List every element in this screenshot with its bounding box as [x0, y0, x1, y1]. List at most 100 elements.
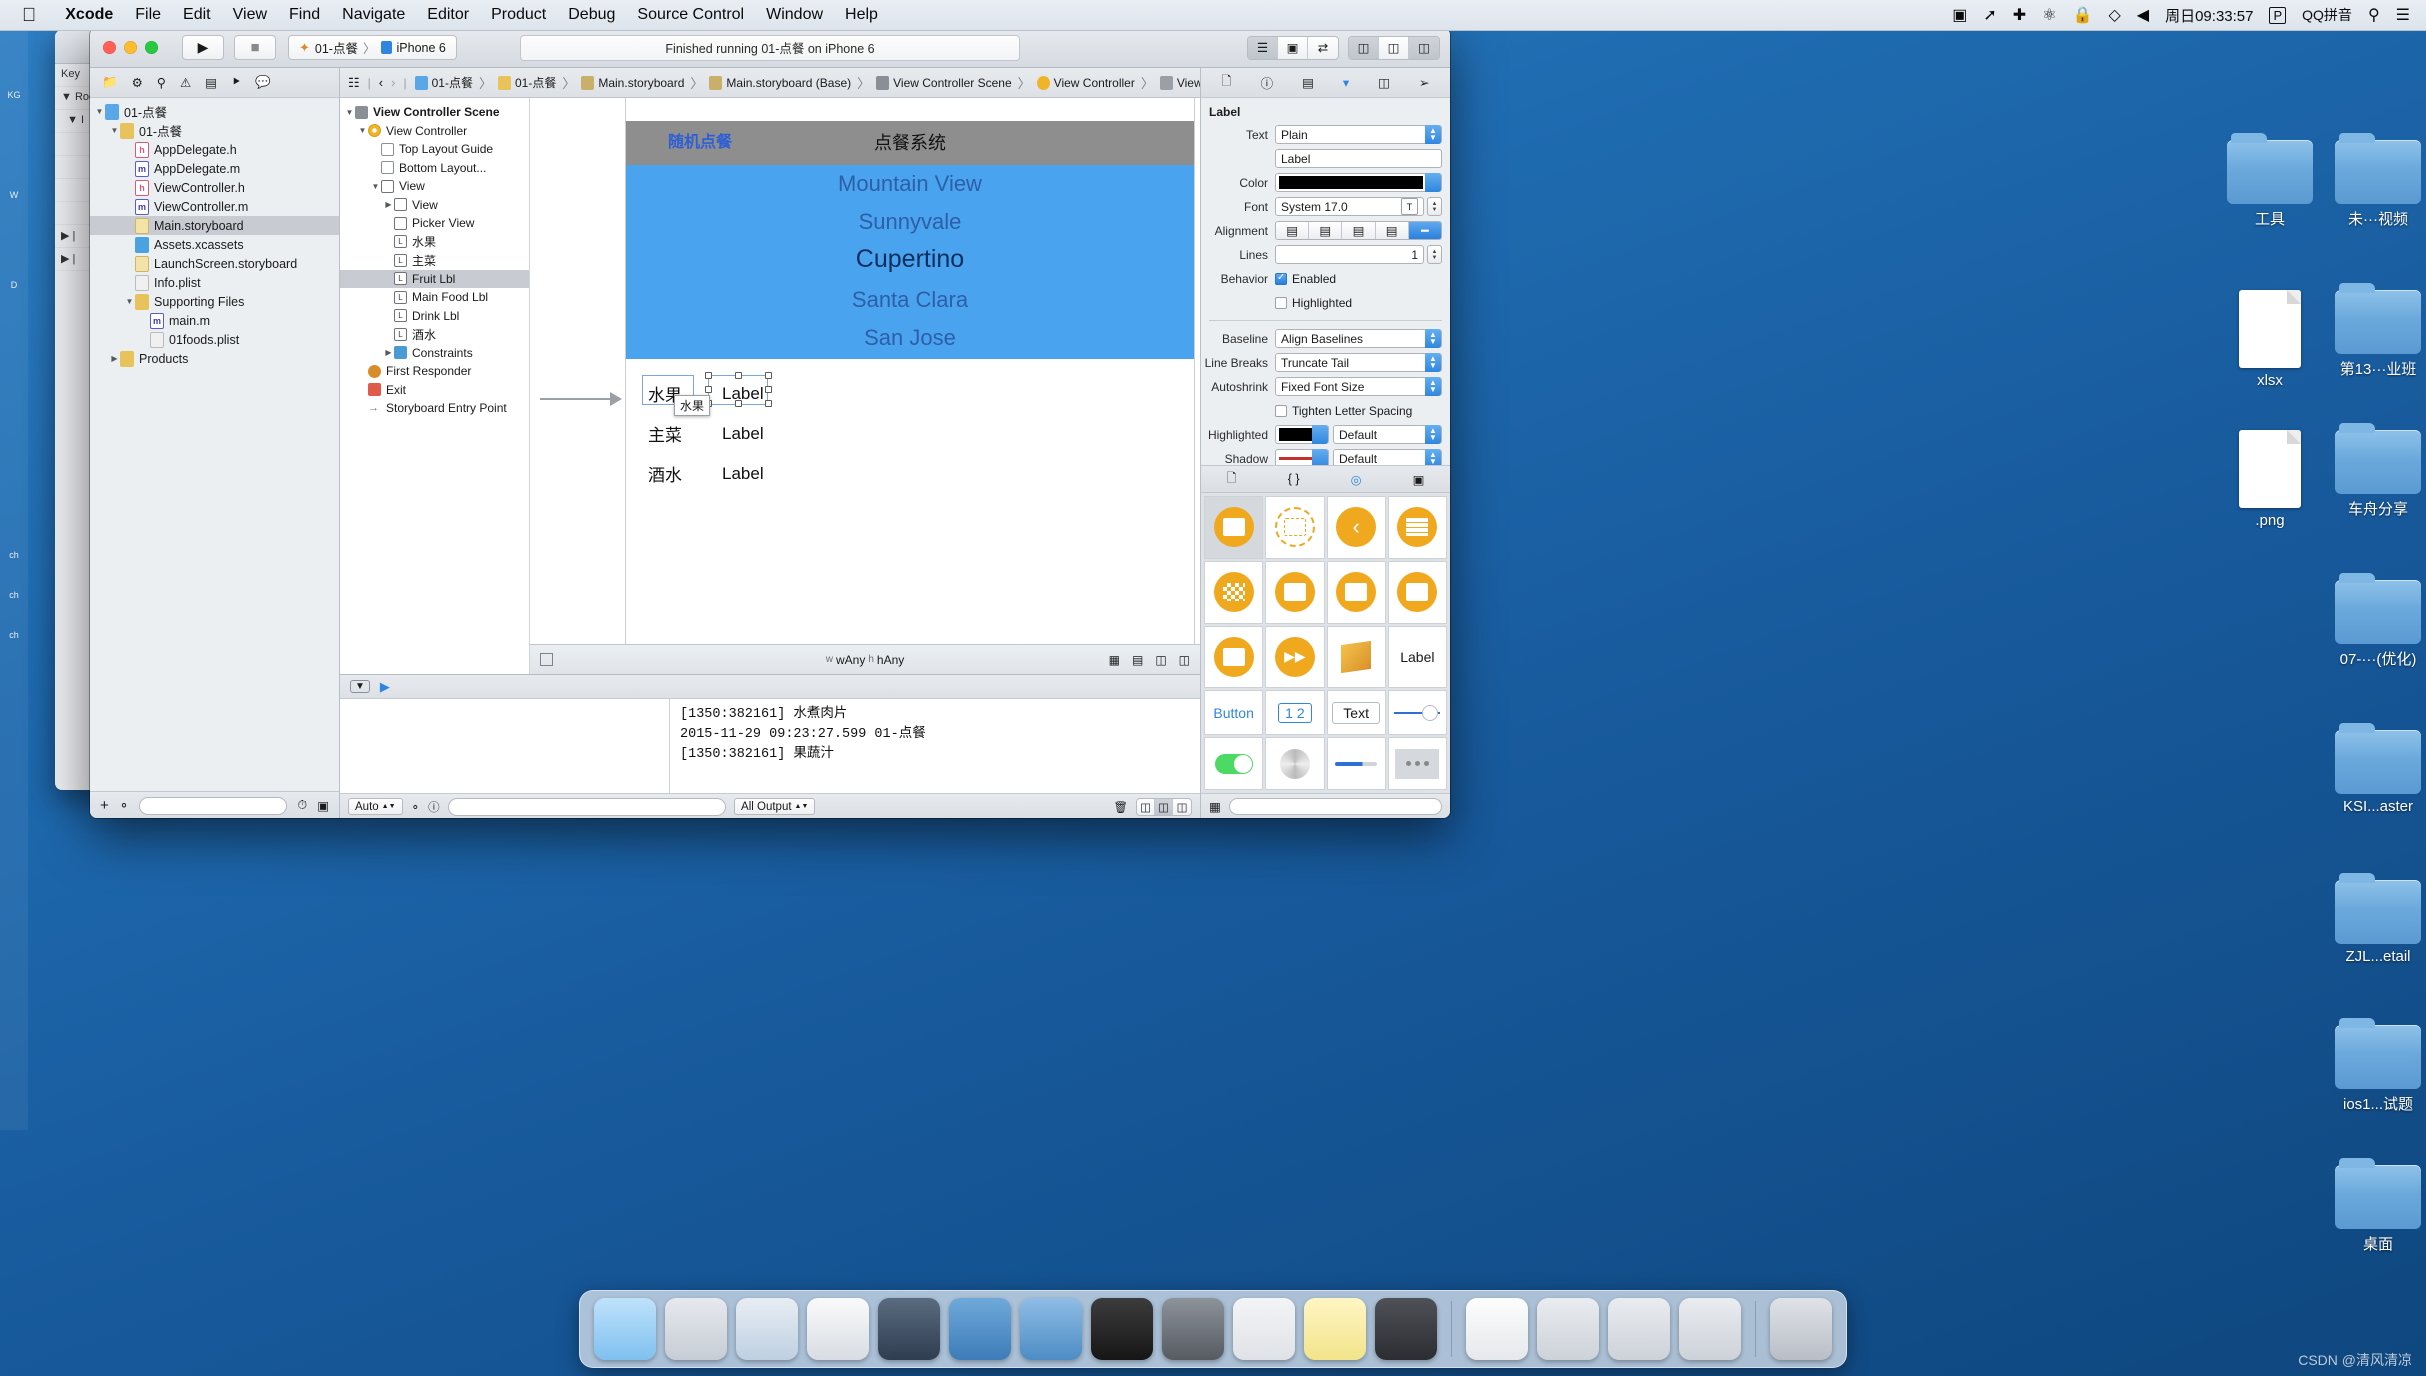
close-button[interactable] — [103, 41, 116, 54]
dock-item-launchpad[interactable] — [665, 1298, 727, 1360]
form-row-drink[interactable]: 酒水 Label — [648, 461, 764, 486]
document-outline[interactable]: ▼ View Controller Scene ▼ View Controller To… — [340, 98, 530, 674]
debug-icon[interactable]: ▤ — [205, 75, 217, 90]
outline-item-4[interactable]: ▼ View — [340, 177, 529, 196]
shadow-default-popup[interactable]: Default ▲ ▼ — [1333, 449, 1442, 465]
resize-handle-tr[interactable] — [765, 372, 772, 379]
dock-item-system-preferences[interactable] — [1162, 1298, 1224, 1360]
show-variables-icon[interactable]: ◫ — [1137, 798, 1155, 815]
outline-item-12[interactable]: L 酒水 — [340, 325, 529, 344]
navigator-item-9[interactable]: Info.plist — [90, 273, 339, 292]
show-console-icon[interactable]: ◫ — [1173, 799, 1191, 815]
size-inspector-icon[interactable]: ◫ — [1378, 75, 1390, 90]
scheme-selector[interactable]: ✦ 01-点餐 〉 iPhone 6 — [288, 35, 457, 60]
quick-help-icon[interactable]: ⓘ — [1261, 73, 1274, 92]
resize-handle-tl[interactable] — [705, 372, 712, 379]
menu-item-edit[interactable]: Edit — [172, 6, 222, 24]
drink-value-label[interactable]: Label — [722, 464, 764, 484]
library-item-table-view-controller-object[interactable] — [1387, 496, 1447, 559]
warning-icon[interactable]: ⚠ — [180, 75, 191, 90]
object-library-icon[interactable]: ◎ — [1351, 472, 1362, 487]
desktop-icon-file-png[interactable]: .png — [2210, 430, 2330, 529]
debug-toggle-icon[interactable]: ▼ — [350, 680, 370, 693]
source-control-icon[interactable]: ⚙ — [132, 75, 143, 90]
menu-item-file[interactable]: File — [124, 6, 172, 24]
desktop-icon-folder-class13[interactable]: 第13···业班 — [2318, 283, 2426, 379]
desktop-icon-folder-zjl[interactable]: ZJL...etail — [2318, 873, 2426, 965]
outline-item-9[interactable]: L Fruit Lbl — [340, 269, 529, 288]
picker-view[interactable]: Mountain View Sunnyvale Cupertino Santa … — [626, 165, 1194, 359]
text-content-input[interactable]: Label — [1275, 149, 1442, 168]
variables-filter-input[interactable] — [447, 797, 727, 816]
library-filter-input[interactable] — [1228, 798, 1442, 815]
chevron-right-icon[interactable]: › — [391, 75, 395, 90]
breadcrumb-item-5[interactable]: View Controller — [1036, 75, 1135, 90]
shadow-color-row[interactable]: Shadow Default ▲ ▼ — [1201, 448, 1450, 465]
dock-item-notes[interactable] — [1304, 1298, 1366, 1360]
lines-stepper[interactable]: ▲ ▼ — [1427, 245, 1442, 264]
navigator-item-0[interactable]: ▼ 01-点餐 — [90, 102, 339, 121]
project-navigator-list[interactable]: ▼ 01-点餐 ▼ 01-点餐 h AppDelegate.h m AppDelegate.m… — [90, 98, 339, 791]
picker-row-2-selected[interactable]: Cupertino — [626, 245, 1194, 274]
breadcrumb-item-3[interactable]: Main.storyboard (Base) — [709, 75, 851, 90]
library-item-activity-indicator-object[interactable] — [1265, 737, 1325, 790]
outline-item-1[interactable]: ▼ View Controller — [340, 122, 529, 141]
font-stepper[interactable]: ▲ ▼ — [1427, 197, 1442, 216]
outline-item-15[interactable]: Exit — [340, 381, 529, 400]
dock-item-screens-2[interactable] — [1608, 1298, 1670, 1360]
library-view-mode-icon[interactable]: ▦ — [1209, 799, 1221, 814]
library-item-slider-object[interactable] — [1387, 690, 1447, 736]
show-both-icon[interactable]: ◫ — [1155, 798, 1173, 815]
navigator-item-8[interactable]: LaunchScreen.storyboard — [90, 254, 339, 273]
toggle-debug-area-icon[interactable]: ◫ — [1379, 36, 1409, 59]
breadcrumb[interactable]: 01-点餐 〉 01-点餐 〉 Main.storyboard 〉 Main.storybo… — [414, 73, 1200, 92]
file-inspector-icon[interactable]: 🗋 — [1222, 72, 1232, 93]
desktop-icon-folder-ksi[interactable]: KSI...aster — [2318, 723, 2426, 815]
menu-item-view[interactable]: View — [222, 6, 278, 24]
disclosure-triangle[interactable]: ▼ — [124, 297, 135, 306]
xcode-window[interactable]: ▶ ■ ✦ 01-点餐 〉 iPhone 6 Finished running … — [90, 28, 1450, 818]
navigator-filter-input[interactable] — [139, 796, 288, 815]
output-filter-selector[interactable]: All Output ▲▼ — [734, 798, 816, 815]
desktop-icon-folder-ios1[interactable]: ios1...试题 — [2318, 1018, 2426, 1114]
dock-item-terminal[interactable] — [1091, 1298, 1153, 1360]
menu-clock[interactable]: 周日09:33:57 — [2165, 5, 2253, 26]
library-item-label-object[interactable]: Label — [1387, 625, 1447, 689]
bluetooth-icon[interactable]: ⚛ — [2042, 5, 2056, 25]
lines-input[interactable]: 1 — [1275, 245, 1424, 264]
dock-item-screens-3[interactable] — [1679, 1298, 1741, 1360]
baseline-popup[interactable]: Align Baselines ▲ ▼ — [1275, 329, 1442, 348]
list-icon[interactable]: ☰ — [2396, 5, 2410, 25]
resize-handle-bc[interactable] — [735, 400, 742, 407]
font-row[interactable]: Font System 17.0 T ▲ ▼ — [1201, 196, 1450, 217]
console-output[interactable]: [1350:382161] 水煮肉片 2015-11-29 09:23:27.5… — [670, 699, 1200, 793]
font-field[interactable]: System 17.0 T — [1275, 197, 1424, 216]
disclosure-triangle[interactable]: ▼ — [344, 108, 355, 117]
main-name-label[interactable]: 主菜 — [648, 421, 682, 446]
outline-item-6[interactable]: Picker View — [340, 214, 529, 233]
assistant-editor-icon[interactable]: ▣ — [1278, 36, 1308, 59]
navigator-item-12[interactable]: 01foods.plist — [90, 330, 339, 349]
desktop-icon-file-xlsx[interactable]: xlsx — [2210, 290, 2330, 389]
media-library-icon[interactable]: ▣ — [1413, 472, 1425, 487]
tighten-row[interactable]: Tighten Letter Spacing — [1201, 400, 1450, 421]
font-picker-button[interactable]: T — [1401, 198, 1418, 215]
highlighted-default-popup[interactable]: Default ▲ ▼ — [1333, 425, 1442, 444]
shield-icon[interactable]: ◇ — [2108, 5, 2120, 25]
input-method-label[interactable]: QQ拼音 — [2302, 5, 2352, 25]
dock-item-xcode[interactable] — [949, 1298, 1011, 1360]
attributes-inspector-icon[interactable]: ▾ — [1343, 75, 1349, 90]
jump-bar[interactable]: ☷ | ‹ › | 01-点餐 〉 01-点餐 〉 Main.storyboard 〉 Ma… — [340, 68, 1200, 98]
menu-item-source-control[interactable]: Source Control — [626, 6, 755, 24]
library-item-avkit-player-controller-object[interactable]: ▶▶ — [1265, 625, 1325, 689]
highlighted-color-well[interactable] — [1275, 425, 1329, 444]
desktop-icon-folder-07[interactable]: 07-···(优化) — [2318, 573, 2426, 669]
zoom-button[interactable] — [145, 41, 158, 54]
dock-item-exec-app[interactable] — [1375, 1298, 1437, 1360]
disclosure-triangle[interactable]: ▼ — [109, 126, 120, 135]
ios-navigation-bar[interactable]: 随机点餐 点餐系统 — [626, 121, 1194, 165]
alignment-segmented[interactable]: ▤ ▤ ▤ ▤ ━ — [1275, 221, 1442, 240]
screen-record-icon[interactable]: ▣ — [1952, 5, 1967, 25]
dock-item-finder[interactable] — [594, 1298, 656, 1360]
library-item-glkit-view-controller-object[interactable] — [1204, 625, 1264, 689]
